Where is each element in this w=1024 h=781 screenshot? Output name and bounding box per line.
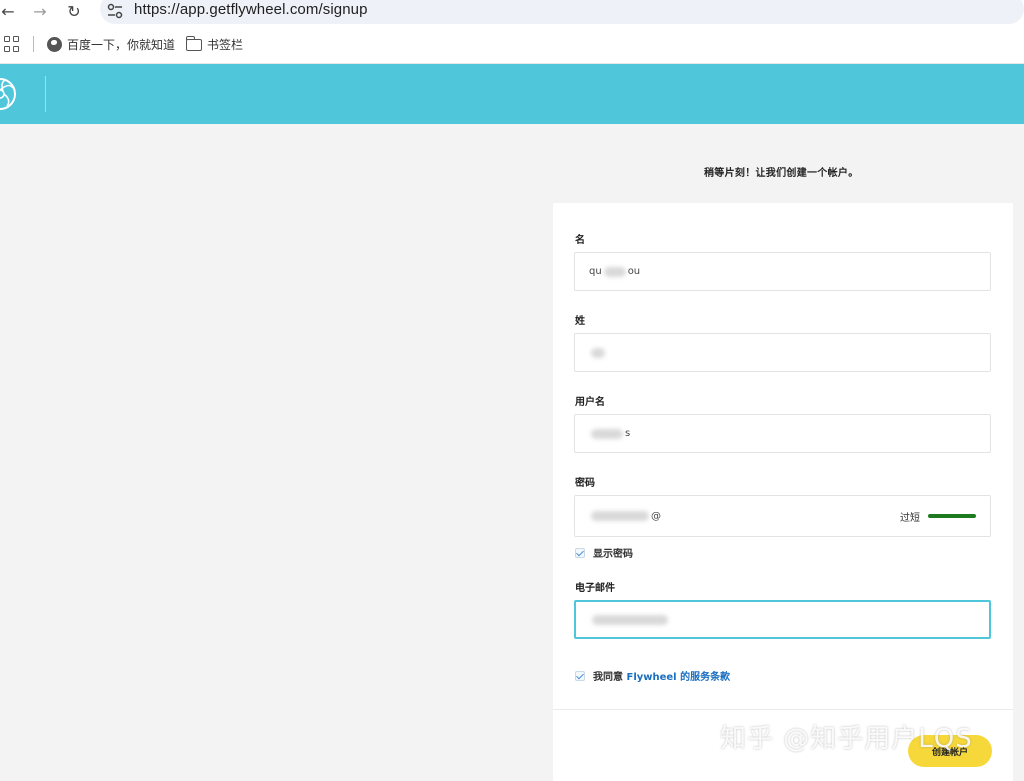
bookmark-folder[interactable]: 书签栏 (185, 35, 244, 53)
terms-agreement[interactable]: 我同意 Flywheel 的服务条款 (575, 668, 730, 683)
redacted-text (591, 428, 623, 439)
terms-checkbox[interactable] (575, 670, 585, 681)
password-strength: 过短 (900, 496, 976, 536)
url-text[interactable]: https://app.getflywheel.com/signup (134, 1, 368, 18)
show-password-checkbox[interactable] (575, 547, 585, 558)
terms-prefix: 我同意 (593, 672, 627, 683)
bookmark-separator (33, 36, 34, 52)
show-password-label: 显示密码 (593, 549, 633, 560)
browser-toolbar: ← → ↻ https://app.getflywheel.com/signup (0, 0, 1024, 24)
apps-grid-icon[interactable] (4, 36, 20, 52)
first-name-value-start: qu (589, 266, 602, 277)
bookmarks-bar: 百度一下，你就知道 书签栏 (0, 24, 1024, 64)
header-divider (45, 76, 46, 112)
password-value-end: @ (651, 510, 661, 522)
back-arrow-icon[interactable]: ← (0, 1, 18, 21)
password-label: 密码 (575, 478, 595, 489)
flywheel-link[interactable]: Flywheel (626, 672, 676, 683)
password-input[interactable]: @ 过短 (574, 495, 991, 537)
redacted-text (591, 347, 605, 358)
terms-label: 我同意 Flywheel 的服务条款 (593, 668, 730, 683)
last-name-label: 姓 (575, 316, 585, 327)
last-name-input[interactable] (574, 333, 991, 372)
redacted-text (592, 614, 668, 625)
watermark-text: 知乎 @知乎用户LQS (720, 724, 973, 754)
reload-icon[interactable]: ↻ (64, 1, 84, 21)
app-header (0, 64, 1024, 124)
username-label: 用户名 (575, 397, 605, 408)
folder-icon (185, 35, 202, 51)
redacted-text (603, 266, 626, 277)
password-strength-bar (928, 514, 976, 518)
forward-arrow-icon[interactable]: → (30, 1, 50, 21)
email-input[interactable] (574, 600, 991, 639)
flywheel-logo-icon[interactable] (0, 76, 30, 112)
first-name-label: 名 (575, 235, 585, 246)
username-input[interactable]: s (574, 414, 991, 453)
redacted-text (591, 511, 649, 521)
username-value-end: s (625, 428, 631, 439)
email-label: 电子邮件 (575, 583, 615, 594)
first-name-input[interactable]: qu ou (574, 252, 991, 291)
bookmark-baidu[interactable]: 百度一下，你就知道 (47, 36, 175, 53)
terms-of-service-link[interactable]: 的服务条款 (677, 672, 730, 683)
page-heading: 稍等片刻！让我们创建一个帐户。 (704, 168, 859, 179)
first-name-value-end: ou (627, 266, 641, 277)
bookmark-label: 百度一下，你就知道 (67, 38, 176, 52)
card-divider (553, 709, 1013, 710)
signup-form-card: 名 qu ou 姓 用户名 s 密码 @ 过短 显示密码 电子邮件 我同意 Fl… (553, 203, 1013, 781)
site-settings-icon[interactable] (106, 3, 124, 19)
bookmark-folder-label: 书签栏 (207, 38, 244, 52)
password-strength-label: 过短 (900, 512, 920, 524)
show-password-toggle[interactable]: 显示密码 (575, 545, 633, 560)
globe-icon (47, 37, 62, 52)
